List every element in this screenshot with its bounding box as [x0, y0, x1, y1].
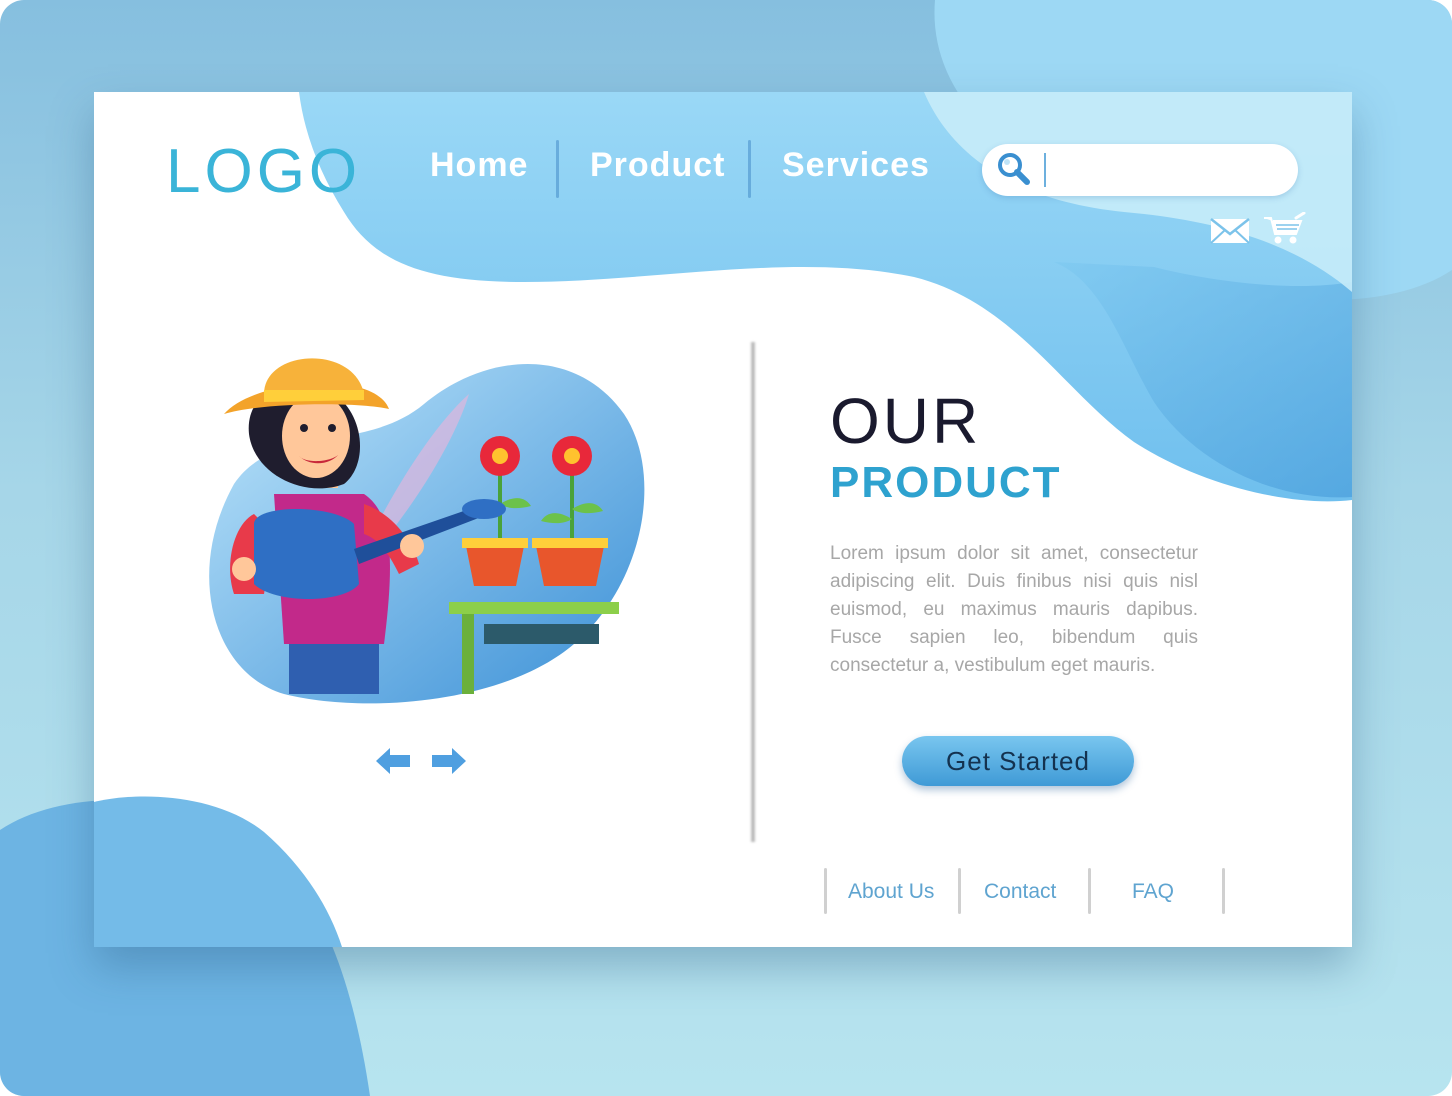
- footer-contact-link[interactable]: Contact: [984, 880, 1056, 904]
- hero-title-line1: OUR: [830, 385, 982, 457]
- get-started-button[interactable]: Get Started: [902, 736, 1134, 786]
- gardener-illustration: [209, 358, 645, 704]
- landing-page-card: LOGO Home Product Services OUR PRODUCT L…: [94, 92, 1352, 947]
- arrow-left-icon: [376, 748, 410, 774]
- nav-services[interactable]: Services: [782, 146, 930, 185]
- carousel-next-button[interactable]: [430, 746, 468, 776]
- search-icon[interactable]: [994, 149, 1036, 191]
- hero-title-line2: PRODUCT: [830, 458, 1062, 507]
- footer-divider: [958, 868, 961, 914]
- nav-product[interactable]: Product: [590, 146, 725, 185]
- nav-home[interactable]: Home: [430, 146, 528, 185]
- logo[interactable]: LOGO: [166, 136, 361, 207]
- canvas: LOGO Home Product Services OUR PRODUCT L…: [0, 0, 1452, 1096]
- footer-divider: [1222, 868, 1225, 914]
- search-input[interactable]: [1054, 154, 1278, 188]
- footer-divider: [1088, 868, 1091, 914]
- carousel-prev-button[interactable]: [374, 746, 412, 776]
- search-caret: [1044, 153, 1046, 187]
- mail-icon[interactable]: [1210, 216, 1250, 246]
- hero-description: Lorem ipsum dolor sit amet, consectetur …: [830, 543, 1198, 676]
- content-divider: [750, 342, 756, 842]
- nav-divider: [748, 140, 751, 198]
- footer-faq-link[interactable]: FAQ: [1132, 880, 1174, 904]
- nav-divider: [556, 140, 559, 198]
- footer-divider: [824, 868, 827, 914]
- footer-about-us-link[interactable]: About Us: [848, 880, 934, 904]
- arrow-right-icon: [432, 748, 466, 774]
- search-bar[interactable]: [982, 144, 1298, 196]
- cart-icon[interactable]: [1262, 212, 1306, 246]
